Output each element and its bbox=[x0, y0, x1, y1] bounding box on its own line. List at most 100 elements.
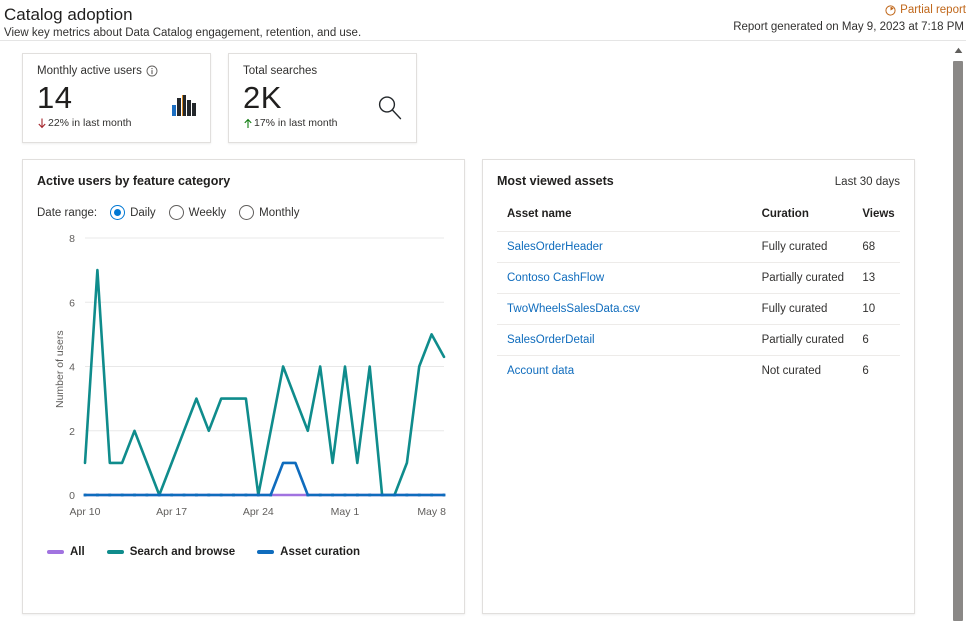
radio-monthly-indicator[interactable] bbox=[239, 205, 254, 220]
cell-views: 10 bbox=[862, 294, 900, 325]
chart-point bbox=[133, 494, 136, 497]
kpi-card-monthly-active-users: Monthly active users 14 22% in last mont bbox=[22, 53, 211, 143]
kpi-card-total-searches: Total searches 2K 17% in last month bbox=[228, 53, 417, 143]
chart-point bbox=[306, 494, 309, 497]
chart-point bbox=[257, 494, 260, 497]
table-row: SalesOrderHeaderFully curated68 bbox=[497, 232, 900, 263]
radio-weekly-indicator[interactable] bbox=[169, 205, 184, 220]
chart-point bbox=[430, 494, 433, 497]
asset-link[interactable]: Account data bbox=[507, 365, 574, 377]
asset-link[interactable]: TwoWheelsSalesData.csv bbox=[507, 303, 640, 315]
y-axis-tick: 6 bbox=[69, 297, 75, 309]
column-header-views[interactable]: Views bbox=[862, 208, 900, 232]
column-header-asset-name[interactable]: Asset name bbox=[497, 208, 762, 232]
cell-asset-name: SalesOrderDetail bbox=[497, 325, 762, 356]
cell-views: 68 bbox=[862, 232, 900, 263]
chart-legend: All Search and browse Asset curation bbox=[37, 546, 450, 558]
legend-item-all[interactable]: All bbox=[47, 546, 85, 558]
kpi-delta-text: 17% in last month bbox=[254, 117, 337, 129]
legend-label-all: All bbox=[70, 546, 85, 558]
most-viewed-assets-table: Asset name Curation Views SalesOrderHead… bbox=[497, 208, 900, 386]
asset-link[interactable]: SalesOrderDetail bbox=[507, 334, 595, 346]
chart-point bbox=[368, 494, 371, 497]
kpi-title: Total searches bbox=[243, 65, 402, 77]
radio-daily-indicator[interactable] bbox=[110, 205, 125, 220]
clock-icon bbox=[885, 5, 896, 16]
assets-panel-period: Last 30 days bbox=[835, 176, 900, 188]
kpi-row: Monthly active users 14 22% in last mont bbox=[22, 53, 966, 143]
kpi-title-text: Monthly active users bbox=[37, 65, 142, 77]
x-axis-tick: Apr 17 bbox=[156, 506, 187, 518]
bar-chart-icon bbox=[172, 94, 196, 121]
cell-curation: Not curated bbox=[762, 356, 863, 387]
x-axis-tick: Apr 10 bbox=[70, 506, 101, 518]
radio-monthly-label: Monthly bbox=[259, 207, 299, 219]
asset-link[interactable]: SalesOrderHeader bbox=[507, 241, 603, 253]
legend-swatch-asset-curation bbox=[257, 550, 274, 554]
cell-curation: Fully curated bbox=[762, 294, 863, 325]
cell-views: 13 bbox=[862, 263, 900, 294]
chart-point bbox=[158, 494, 161, 497]
chart-point bbox=[170, 494, 173, 497]
chart-point bbox=[84, 494, 87, 497]
radio-weekly-label: Weekly bbox=[189, 207, 227, 219]
table-header-row: Asset name Curation Views bbox=[497, 208, 900, 232]
cell-asset-name: Account data bbox=[497, 356, 762, 387]
legend-swatch-all bbox=[47, 550, 64, 554]
report-generated-timestamp: Report generated on May 9, 2023 at 7:18 … bbox=[733, 20, 966, 35]
line-chart[interactable]: Number of users 02468Apr 10Apr 17Apr 24M… bbox=[37, 228, 450, 538]
chart-point bbox=[443, 494, 446, 497]
legend-item-search-and-browse[interactable]: Search and browse bbox=[107, 546, 235, 558]
legend-label-asset-curation: Asset curation bbox=[280, 546, 360, 558]
cell-asset-name: SalesOrderHeader bbox=[497, 232, 762, 263]
cell-curation: Partially curated bbox=[762, 325, 863, 356]
kpi-title-text: Total searches bbox=[243, 65, 317, 77]
column-header-curation[interactable]: Curation bbox=[762, 208, 863, 232]
table-row: TwoWheelsSalesData.csv Fully curated10 bbox=[497, 294, 900, 325]
chart-point bbox=[220, 494, 223, 497]
legend-item-asset-curation[interactable]: Asset curation bbox=[257, 546, 360, 558]
scrollbar-thumb[interactable] bbox=[953, 61, 963, 621]
vertical-scrollbar[interactable] bbox=[950, 42, 966, 633]
x-axis-tick: May 1 bbox=[331, 506, 360, 518]
assets-panel-header: Most viewed assets Last 30 days bbox=[497, 174, 900, 188]
chart-point bbox=[96, 494, 99, 497]
y-axis-tick: 8 bbox=[69, 233, 75, 245]
chart-point bbox=[232, 494, 235, 497]
y-axis-tick: 2 bbox=[69, 426, 75, 438]
chart-point bbox=[145, 494, 148, 497]
panel-row: Active users by feature category Date ra… bbox=[22, 159, 966, 614]
chart-point bbox=[121, 494, 124, 497]
kpi-title: Monthly active users bbox=[37, 65, 196, 77]
panel-active-users-by-feature-category: Active users by feature category Date ra… bbox=[22, 159, 465, 614]
x-axis-tick: Apr 24 bbox=[243, 506, 274, 518]
arrow-down-icon bbox=[37, 118, 47, 129]
chart-point bbox=[331, 494, 334, 497]
info-icon[interactable] bbox=[146, 65, 158, 77]
radio-option-weekly[interactable]: Weekly bbox=[169, 205, 227, 220]
header-right-meta: Partial report Report generated on May 9… bbox=[733, 3, 966, 35]
chart-point bbox=[108, 494, 111, 497]
arrow-up-icon bbox=[243, 118, 253, 129]
chart-point bbox=[393, 494, 396, 497]
chart-point bbox=[405, 494, 408, 497]
table-row: Contoso CashFlowPartially curated13 bbox=[497, 263, 900, 294]
chart-point bbox=[319, 494, 322, 497]
chart-panel-title: Active users by feature category bbox=[37, 174, 450, 188]
partial-report-label: Partial report bbox=[900, 3, 966, 18]
kpi-delta-text: 22% in last month bbox=[48, 117, 131, 129]
table-row: Account dataNot curated6 bbox=[497, 356, 900, 387]
chart-series-search-and-browse bbox=[85, 270, 444, 495]
radio-option-daily[interactable]: Daily bbox=[110, 205, 156, 220]
radio-option-monthly[interactable]: Monthly bbox=[239, 205, 299, 220]
asset-link[interactable]: Contoso CashFlow bbox=[507, 272, 604, 284]
x-axis-tick: May 8 bbox=[417, 506, 446, 518]
chart-point bbox=[344, 494, 347, 497]
date-range-label: Date range: bbox=[37, 207, 97, 219]
chart-svg[interactable]: 02468Apr 10Apr 17Apr 24May 1May 8 bbox=[37, 228, 452, 533]
scroll-up-button[interactable] bbox=[950, 42, 966, 59]
panel-most-viewed-assets: Most viewed assets Last 30 days Asset na… bbox=[482, 159, 915, 614]
radio-daily-label: Daily bbox=[130, 207, 156, 219]
page-header: Catalog adoption View key metrics about … bbox=[0, 0, 966, 41]
cell-asset-name: TwoWheelsSalesData.csv bbox=[497, 294, 762, 325]
